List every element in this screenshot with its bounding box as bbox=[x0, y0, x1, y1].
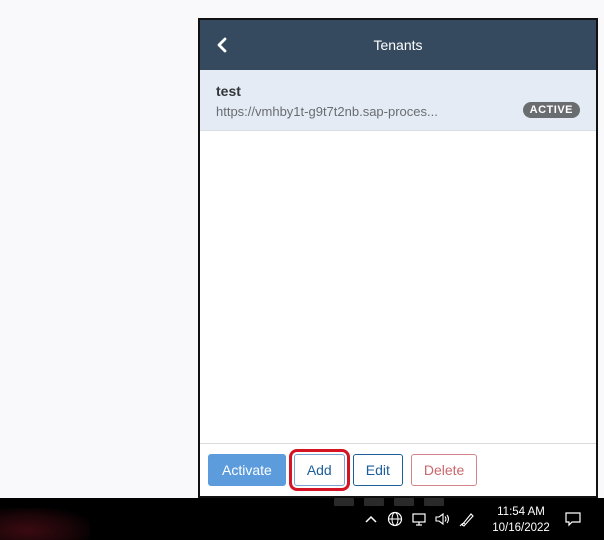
add-button[interactable]: Add bbox=[288, 449, 350, 491]
notification-icon bbox=[565, 512, 581, 527]
network-globe-icon[interactable] bbox=[386, 510, 404, 528]
status-badge: ACTIVE bbox=[522, 102, 580, 118]
monitor-icon[interactable] bbox=[410, 510, 428, 528]
tenant-name: test bbox=[216, 83, 241, 99]
windows-taskbar: 11:54 AM 10/16/2022 bbox=[0, 498, 604, 540]
tenant-list: test https://vmhby1t-g9t7t2nb.sap-proces… bbox=[200, 70, 596, 443]
back-button[interactable] bbox=[210, 33, 234, 57]
edit-button[interactable]: Edit bbox=[352, 454, 403, 486]
activate-button[interactable]: Activate bbox=[208, 454, 286, 486]
chevron-left-icon bbox=[217, 37, 227, 53]
chevron-up-icon[interactable] bbox=[362, 510, 380, 528]
system-tray bbox=[362, 508, 476, 530]
header-bar: Tenants bbox=[200, 20, 596, 70]
tenant-list-item[interactable]: test https://vmhby1t-g9t7t2nb.sap-proces… bbox=[200, 70, 596, 131]
page-title: Tenants bbox=[373, 37, 423, 53]
delete-button[interactable]: Delete bbox=[410, 454, 478, 486]
footer-toolbar: Activate Add Edit Delete bbox=[200, 443, 596, 496]
clock-date: 10/16/2022 bbox=[492, 522, 550, 534]
tenant-url: https://vmhby1t-g9t7t2nb.sap-proces... bbox=[216, 104, 438, 119]
notification-button[interactable] bbox=[562, 508, 584, 530]
clock-time: 11:54 AM bbox=[497, 506, 545, 518]
taskbar-clock[interactable]: 11:54 AM 10/16/2022 bbox=[486, 504, 556, 536]
pen-icon[interactable] bbox=[458, 510, 476, 528]
taskbar-app-thumbnail bbox=[0, 508, 90, 540]
tenants-window: Tenants test https://vmhby1t-g9t7t2nb.sa… bbox=[198, 18, 598, 498]
tray-overflow-ghost bbox=[334, 498, 450, 508]
speaker-icon[interactable] bbox=[434, 510, 452, 528]
